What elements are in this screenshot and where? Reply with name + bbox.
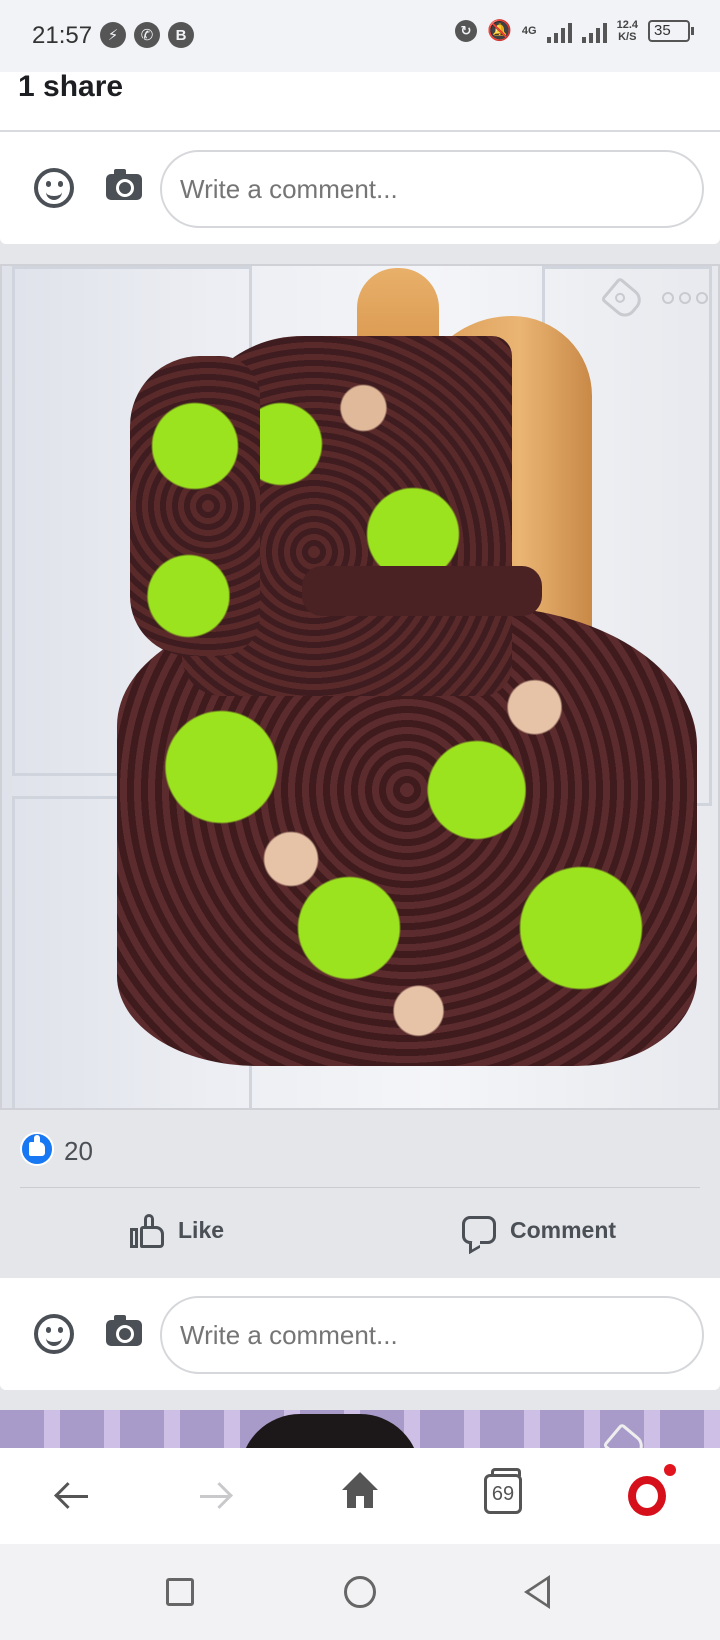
comment-label: Comment: [510, 1216, 617, 1243]
post-card: 1 share: [0, 72, 720, 244]
home-icon[interactable]: [340, 1472, 380, 1512]
opera-menu-icon[interactable]: [628, 1476, 666, 1516]
next-post-photo[interactable]: [0, 1410, 720, 1448]
thumbs-up-icon: [130, 1214, 164, 1248]
share-count[interactable]: 1 share: [18, 72, 123, 102]
network-type: 4G: [521, 24, 537, 37]
battery-icon: 35: [648, 19, 694, 42]
whatsapp-icon: ✆: [134, 22, 160, 48]
like-label: Like: [178, 1216, 225, 1243]
comment-card: [0, 1278, 720, 1390]
tag-icon[interactable]: [602, 1422, 648, 1448]
emoji-icon[interactable]: [34, 168, 74, 208]
dress-sleeve: [130, 356, 260, 656]
signal-icon: [581, 19, 607, 43]
comment-icon: [462, 1216, 496, 1244]
comment-input[interactable]: [160, 1296, 704, 1374]
dress-belt: [302, 566, 542, 616]
lightning-icon: ⚡: [100, 22, 126, 48]
signal-icon: [546, 19, 572, 43]
like-button[interactable]: Like: [130, 1204, 224, 1256]
tabs-icon[interactable]: 69: [484, 1468, 522, 1514]
browser-toolbar: 69: [0, 1448, 720, 1544]
camera-icon[interactable]: [106, 1315, 142, 1346]
recents-icon[interactable]: [166, 1578, 194, 1606]
like-reaction-icon[interactable]: [20, 1132, 54, 1166]
comment-button[interactable]: Comment: [462, 1204, 616, 1256]
status-time: 21:57: [32, 22, 93, 49]
divider: [0, 130, 720, 132]
comment-row: [0, 148, 720, 228]
forward-arrow-icon[interactable]: [196, 1476, 236, 1516]
like-count[interactable]: 20: [64, 1136, 93, 1167]
comment-input[interactable]: [160, 150, 704, 228]
status-bar: 21:57 ⚡ ✆ B ↻ 🔕 4G 12.4 K/S 35: [0, 0, 720, 72]
sync-icon: ↻: [454, 19, 477, 42]
camera-icon[interactable]: [106, 169, 142, 200]
emoji-icon[interactable]: [34, 1314, 74, 1354]
comment-row: [0, 1294, 720, 1374]
reactions-bar: 20 Like Comment: [0, 1110, 720, 1278]
divider: [20, 1187, 700, 1188]
b-icon: B: [168, 22, 194, 48]
system-nav-bar: [0, 1544, 720, 1640]
post-photo[interactable]: [0, 264, 720, 1110]
network-speed: 12.4 K/S: [616, 18, 638, 43]
home-circle-icon[interactable]: [344, 1576, 376, 1608]
notification-dot: [662, 1462, 678, 1478]
more-icon[interactable]: [662, 292, 708, 304]
back-arrow-icon[interactable]: [52, 1476, 92, 1516]
back-triangle-icon[interactable]: [524, 1575, 550, 1609]
mute-icon: 🔕: [486, 20, 512, 42]
